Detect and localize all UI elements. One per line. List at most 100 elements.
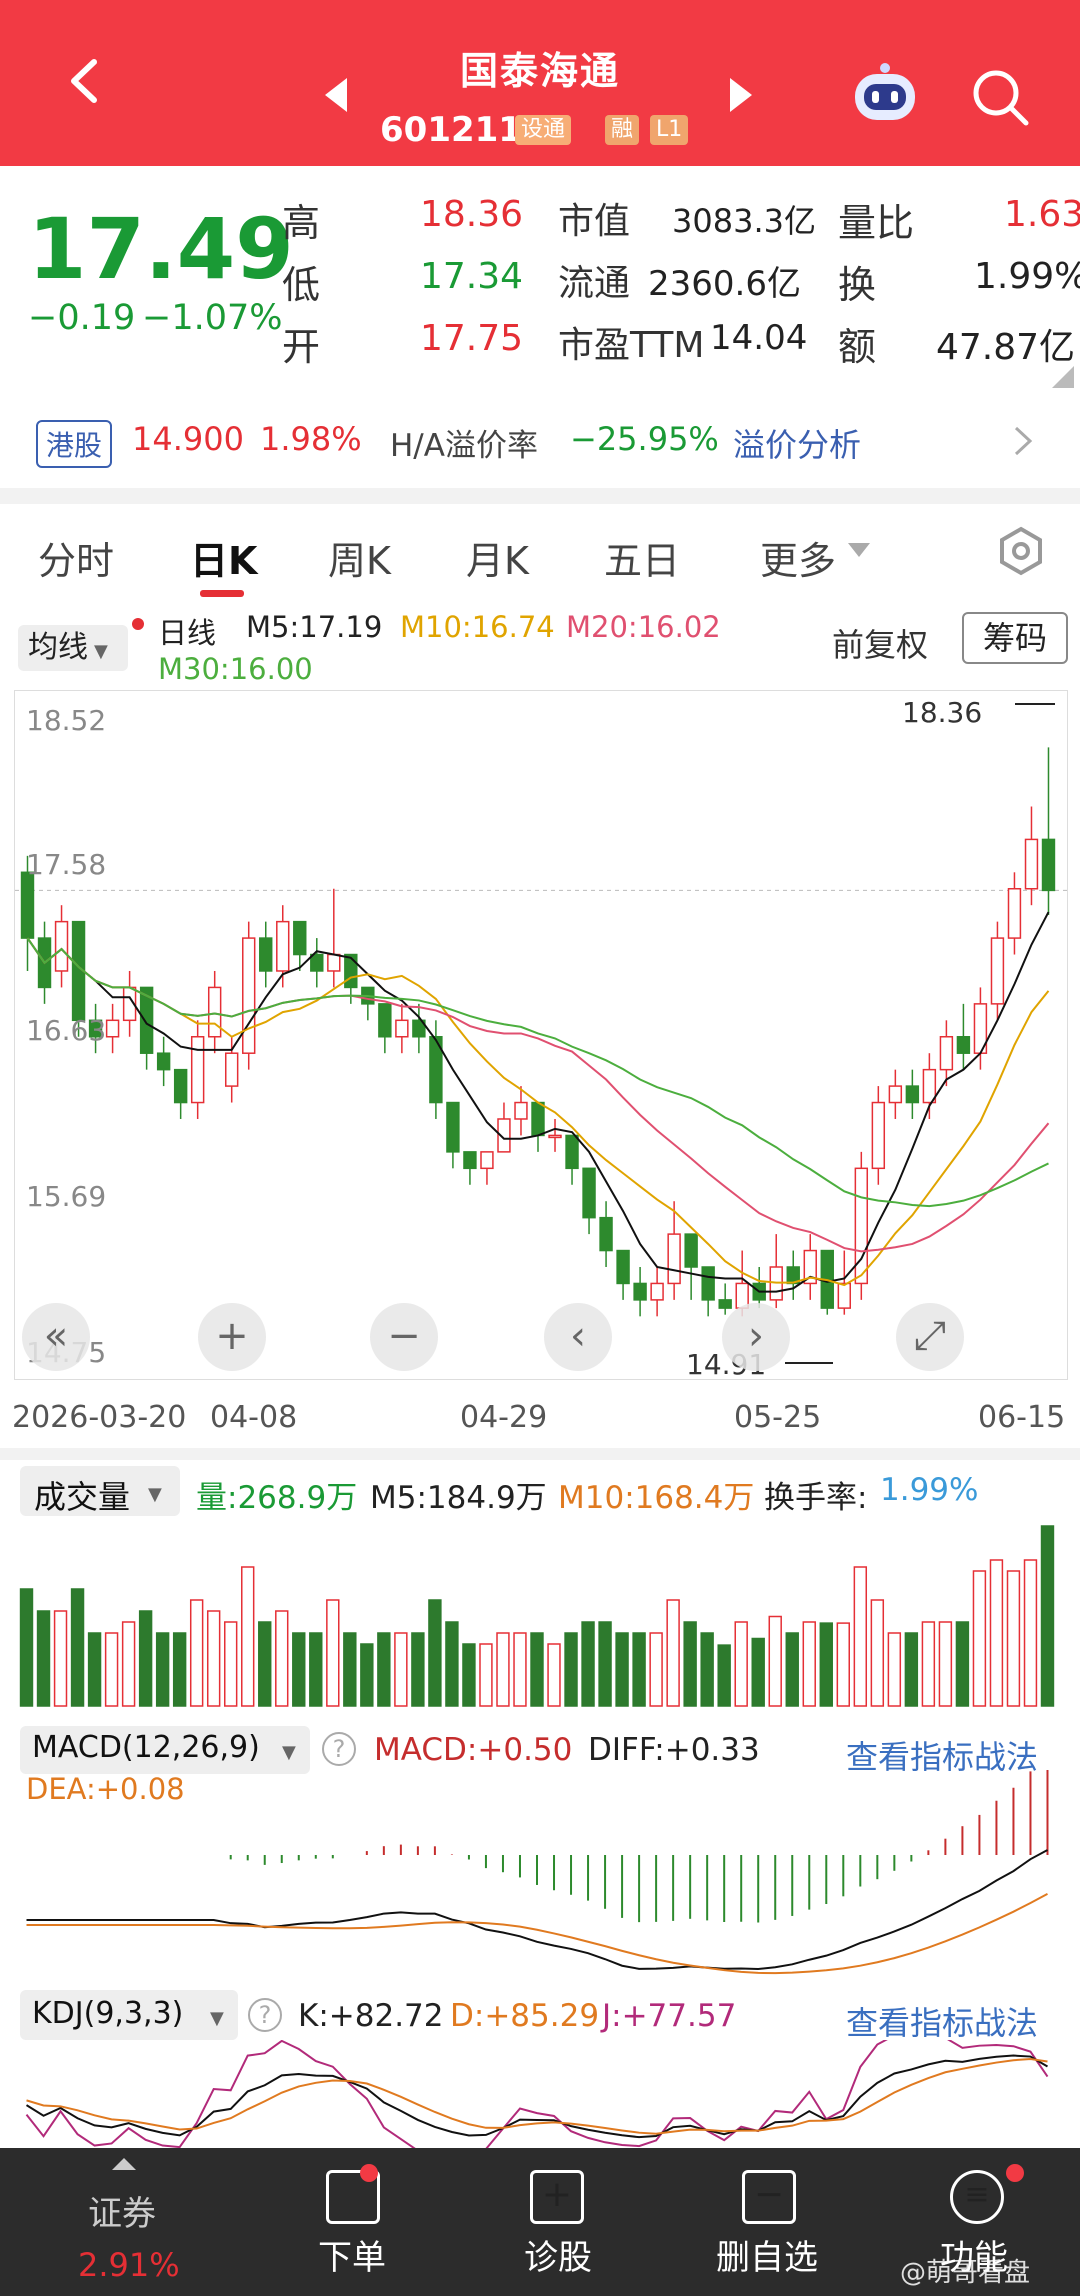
price-axis-label: 15.69: [26, 1180, 107, 1213]
volume-bar: [819, 1622, 833, 1707]
candle-body: [871, 1101, 886, 1170]
fullscreen-button[interactable]: ⤢: [896, 1303, 964, 1371]
volume-chart[interactable]: [14, 1516, 1068, 1712]
scroll-start-button[interactable]: «: [22, 1303, 90, 1371]
macd-chart[interactable]: [14, 1770, 1068, 1980]
macd-label: MACD(12,26,9): [32, 1730, 260, 1765]
volume-label: 成交量: [34, 1478, 131, 1516]
nav-securities[interactable]: 证券: [88, 2186, 156, 2235]
volume-bar: [734, 1621, 748, 1707]
volume-m5: M5:184.9万: [370, 1480, 547, 1516]
candle-body: [344, 953, 358, 989]
adjust-label[interactable]: 前复权: [832, 620, 928, 666]
candle-body: [190, 1036, 205, 1104]
value-turnover: 1.99%: [974, 256, 1080, 297]
k-value: K:+82.72: [298, 1998, 444, 2034]
candle-body: [514, 1101, 528, 1120]
expand-corner-icon[interactable]: [1052, 366, 1074, 388]
volume-bar: [206, 1610, 221, 1707]
candle-body: [105, 1019, 120, 1038]
menu-icon: ≡: [950, 2170, 1004, 2224]
candle-body: [582, 1167, 596, 1219]
volume-bar: [547, 1643, 561, 1707]
hk-stock-tag[interactable]: 港股: [36, 420, 113, 468]
candle-body: [990, 937, 1005, 1005]
volume-bar: [751, 1637, 765, 1707]
kdj-strategy-link[interactable]: 查看指标战法: [846, 1998, 1038, 2044]
zoom-out-button[interactable]: −: [370, 1303, 438, 1371]
label-market-cap: 市值: [558, 201, 631, 242]
candle-body: [224, 1052, 239, 1087]
candle-body: [599, 1216, 613, 1252]
stock-code: 601211: [380, 110, 522, 150]
chip-distribution-button[interactable]: 筹码: [962, 612, 1068, 664]
volume-bar: [155, 1632, 170, 1707]
scroll-right-button[interactable]: ›: [722, 1303, 790, 1371]
turnover-label: 换手率:: [764, 1480, 868, 1516]
candle-body: [633, 1282, 647, 1301]
ma10-value: M10:16.74: [400, 610, 555, 644]
volume-bar: [121, 1621, 136, 1707]
candle-body: [854, 1167, 869, 1285]
price-change-pct: −1.07%: [142, 298, 283, 338]
volume-bar: [802, 1621, 816, 1707]
candle-body: [684, 1233, 698, 1268]
tab-more[interactable]: 更多: [760, 530, 836, 585]
candle-body: [565, 1134, 579, 1170]
zoom-in-button[interactable]: +: [198, 1303, 266, 1371]
tag-badge: 融: [605, 115, 640, 145]
volume-bar: [887, 1632, 902, 1707]
nav-order[interactable]: 下单: [318, 2230, 386, 2279]
ma5-value: M5:17.19: [246, 610, 383, 644]
section-divider: [0, 1448, 1080, 1460]
volume-bar: [292, 1632, 306, 1707]
ma-selector-button[interactable]: 均线 ▼: [18, 625, 128, 671]
tab-monthly-k[interactable]: 月K: [466, 530, 529, 585]
ma-selector-label: 均线: [28, 630, 88, 665]
d-value: D:+85.29: [450, 1998, 600, 2034]
ma30-value: M30:16.00: [158, 652, 313, 686]
robot-assistant-icon[interactable]: [850, 62, 920, 124]
tab-weekly-k[interactable]: 周K: [328, 530, 391, 585]
price-axis-label: 16.63: [26, 1014, 107, 1047]
help-icon[interactable]: ?: [322, 1732, 356, 1766]
volume-bar: [19, 1588, 34, 1707]
value-pe: 14.04: [710, 318, 808, 358]
volume-bar: [428, 1599, 442, 1707]
kdj-chart[interactable]: [14, 2040, 1068, 2148]
expand-up-icon[interactable]: [112, 2158, 136, 2170]
chevron-right-icon[interactable]: [1012, 424, 1036, 458]
volume-bar: [343, 1632, 357, 1707]
scroll-left-button[interactable]: ‹: [544, 1303, 612, 1371]
volume-bar: [394, 1632, 408, 1707]
search-icon[interactable]: [968, 65, 1032, 129]
d-line: [26, 2057, 1048, 2135]
high-annotation: 18.36: [902, 696, 983, 729]
tab-daily-k[interactable]: 日K: [190, 530, 257, 585]
premium-analysis-link[interactable]: 溢价分析: [733, 420, 861, 466]
volume-bar: [360, 1643, 374, 1707]
dropdown-arrow-icon: ▼: [94, 641, 108, 662]
volume-bar: [70, 1588, 85, 1707]
candle-body: [173, 1068, 188, 1104]
tab-five-day[interactable]: 五日: [604, 530, 680, 585]
j-line: [25, 2040, 1049, 2148]
nav-securities-pct: 2.91%: [78, 2246, 180, 2284]
volume-m10: M10:168.4万: [558, 1480, 755, 1516]
help-icon[interactable]: ?: [248, 1998, 282, 2032]
candle-body: [531, 1101, 545, 1137]
candle-body: [480, 1151, 494, 1170]
settings-icon[interactable]: [996, 526, 1046, 576]
nav-remove-watchlist[interactable]: 删自选: [716, 2230, 818, 2279]
volume-bar: [768, 1615, 782, 1707]
candle-body: [939, 1036, 954, 1071]
premium-value: −25.95%: [570, 420, 719, 458]
volume-bar: [104, 1632, 119, 1707]
kline-chart[interactable]: [14, 690, 1069, 1380]
tab-fenshi[interactable]: 分时: [38, 530, 114, 585]
premium-label: H/A溢价率: [390, 428, 538, 464]
candle-body: [718, 1299, 732, 1309]
ma20-value: M20:16.02: [566, 610, 721, 644]
volume-bar: [223, 1621, 238, 1707]
nav-diagnose[interactable]: 诊股: [524, 2230, 592, 2279]
